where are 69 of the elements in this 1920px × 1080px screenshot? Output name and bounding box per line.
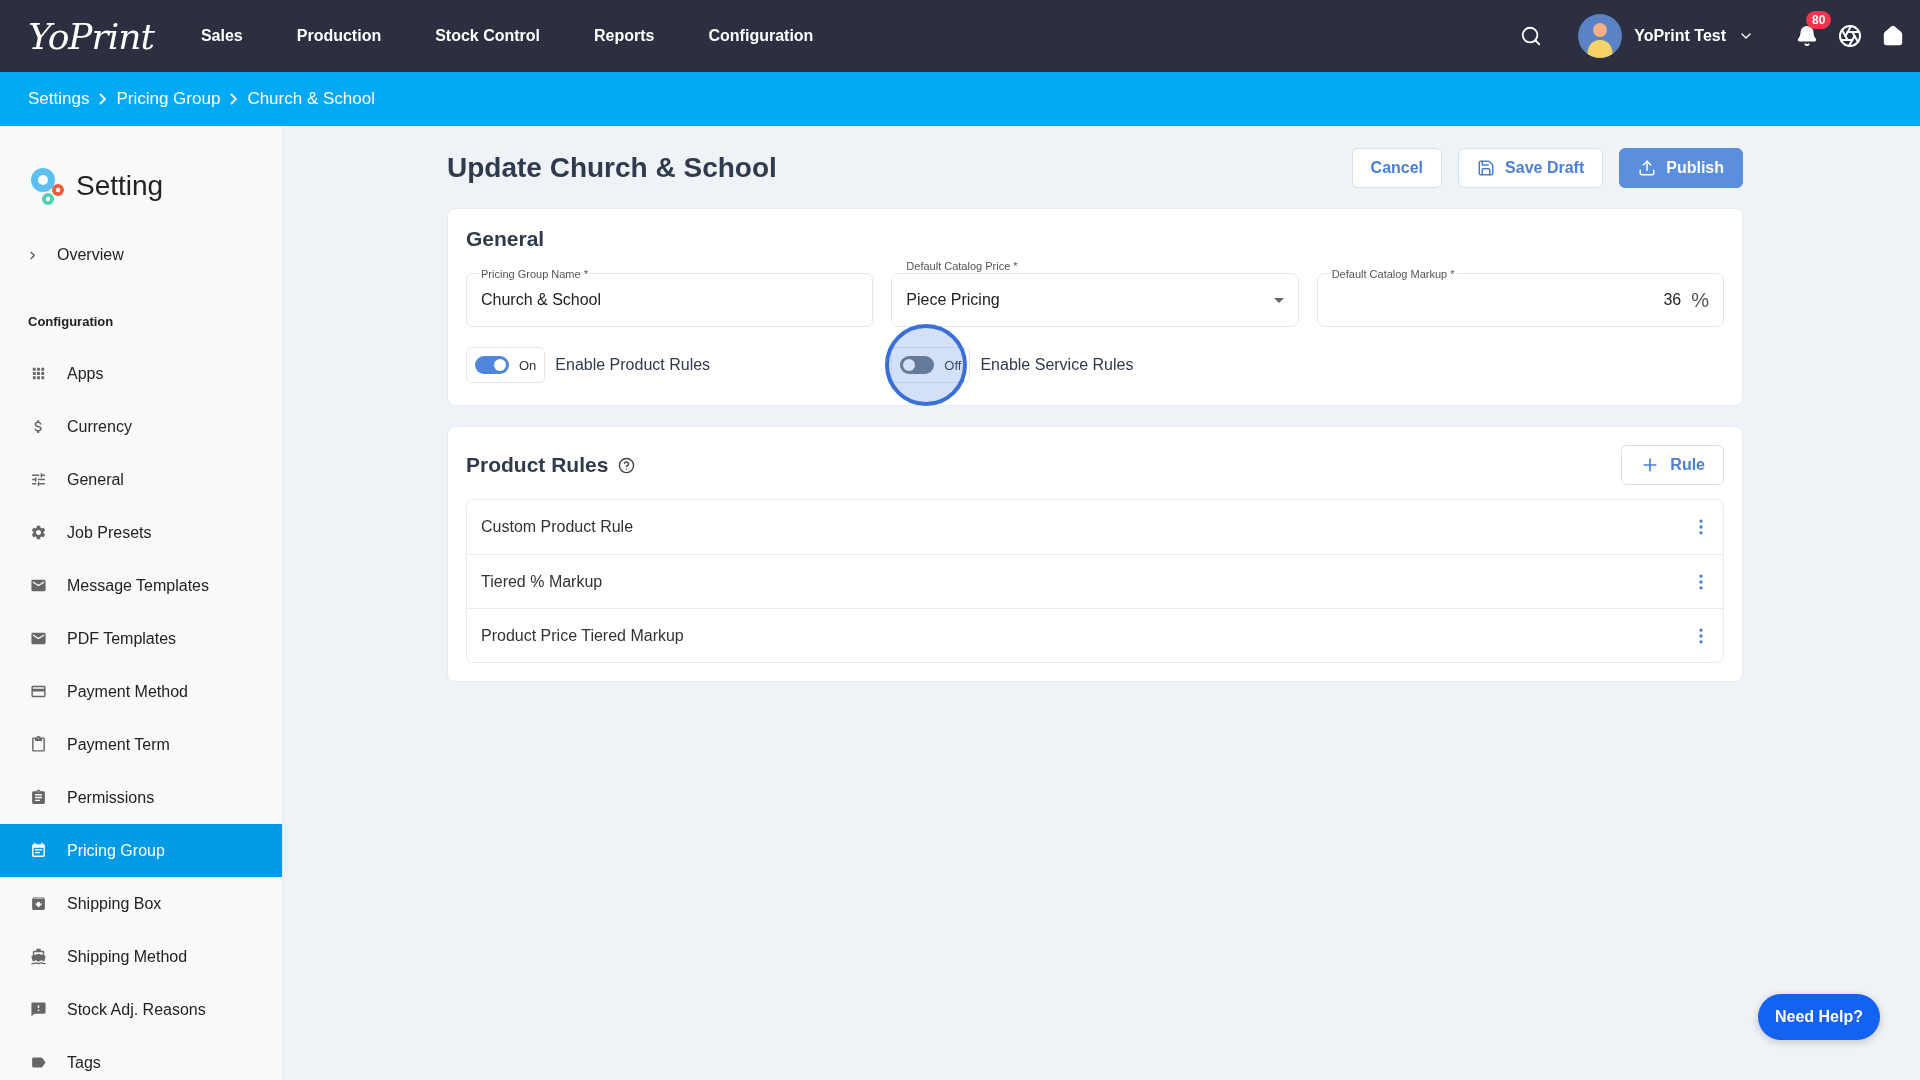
toggle-switch[interactable]: Off [891,347,971,383]
sidebar-item[interactable]: Job Presets [0,506,282,559]
nav-link[interactable]: Configuration [681,27,841,45]
field-value: 36 [1662,291,1682,309]
sidebar-item[interactable]: Message Templates [0,559,282,612]
field-label: Pricing Group Name * [479,268,590,280]
gear-icon [30,524,47,541]
sidebar-item[interactable]: Stock Adj. Reasons [0,983,282,1036]
sidebar-item[interactable]: Tags [0,1036,282,1080]
field-value: Church & School [481,291,603,309]
logo[interactable]: YoPrint [28,15,154,57]
dropdown-caret-icon [1273,297,1284,303]
field-suffix: % [1691,288,1709,312]
user-menu[interactable]: YoPrint Test [1572,13,1760,59]
rule-name[interactable]: Tiered % Markup [481,572,1687,591]
card-title: General [466,227,546,251]
calendar-note-icon [30,842,47,859]
nav-link[interactable]: Stock Control [408,27,568,45]
aperture-icon[interactable] [1838,24,1862,48]
boat-icon [30,948,47,965]
upload-icon [1638,159,1657,177]
sidebar-item[interactable]: Payment Method [0,665,282,718]
sidebar-item[interactable]: Apps [0,347,282,400]
clipboard-icon [30,736,47,753]
envelope-icon [30,577,47,594]
nav-link[interactable]: Reports [567,27,682,45]
grid-icon [30,365,47,382]
chevron-right-icon [99,93,107,105]
toggle-switch[interactable]: On [466,347,546,383]
help-button[interactable]: Need Help? [1758,994,1880,1040]
page-title: Update Church & School [447,152,778,184]
alert-bubble-icon [30,1001,47,1018]
save-draft-button[interactable]: Save Draft [1458,148,1604,188]
toggle-label: Enable Service Rules [980,356,1134,374]
toggle-label: Enable Product Rules [555,356,711,374]
add-rule-button[interactable]: Rule [1621,445,1724,485]
search-icon[interactable] [1520,25,1543,47]
field-label: Default Catalog Markup * [1329,268,1457,280]
cancel-button[interactable]: Cancel [1351,148,1443,188]
help-icon[interactable] [618,456,636,474]
nav-link[interactable]: Sales [173,27,270,45]
avatar-icon [1578,14,1623,58]
sidebar-item[interactable]: Currency [0,400,282,453]
nav-link[interactable]: Production [269,27,409,45]
save-icon [1477,159,1496,177]
rule-name[interactable]: Product Price Tiered Markup [481,626,1687,645]
sidebar-item[interactable]: Shipping Box [0,877,282,930]
sidebar-item[interactable]: PDF Templates [0,612,282,665]
field-value: Piece Pricing [906,291,1001,309]
field-label: Default Catalog Price * [904,260,1020,272]
notification-count: 80 [1806,11,1832,29]
sliders-icon [30,471,47,488]
archive-icon [30,895,47,912]
chevron-right-icon [230,93,238,105]
home-icon[interactable] [1882,25,1904,47]
sidebar-title: Setting [76,170,164,202]
rule-name[interactable]: Custom Product Rule [481,518,1687,536]
chevron-right-icon [30,250,35,260]
overview-link[interactable]: Overview [0,234,282,276]
section-heading: Configuration [27,313,115,331]
notifications-icon[interactable] [1796,25,1818,47]
sidebar-item[interactable]: General [0,453,282,506]
sidebar-item[interactable]: Shipping Method [0,930,282,983]
sidebar-item[interactable]: Permissions [0,771,282,824]
sidebar-item[interactable]: Payment Term [0,718,282,771]
credit-card-icon [30,683,47,700]
card-title: Product Rules [466,453,609,477]
envelope-icon [30,630,47,647]
clipboard-list-icon [30,789,47,806]
